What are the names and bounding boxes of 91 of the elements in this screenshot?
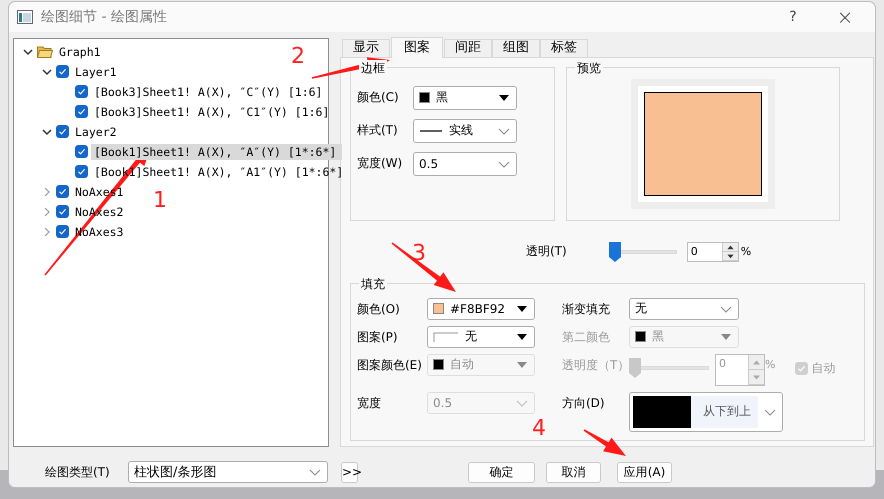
annotation-arrow: [392, 242, 456, 292]
checkbox-label: 自动: [811, 360, 836, 377]
dropdown[interactable]: 无: [629, 298, 739, 320]
checkbox[interactable]: [75, 85, 88, 98]
dropdown-arrow-icon: [720, 332, 732, 342]
dropdown-arrow-icon: [516, 332, 528, 342]
spin-value: 0: [718, 356, 727, 372]
checkbox[interactable]: [56, 65, 69, 78]
tree-item[interactable]: [Book3]Sheet1! A(X), ″C″(Y) [1:6]: [91, 84, 326, 100]
group-title: 填充: [359, 276, 387, 293]
checkbox[interactable]: [75, 145, 88, 158]
dropdown-value: 无: [635, 300, 648, 318]
app-icon: [17, 10, 33, 24]
field-label: 宽度(W): [357, 155, 404, 172]
annotation-number: 3: [412, 243, 426, 265]
button[interactable]: 确定: [468, 462, 535, 483]
folder-icon: [37, 45, 53, 58]
tab[interactable]: 图案: [391, 36, 443, 58]
field-label: 图案颜色(E): [357, 356, 423, 374]
button[interactable]: 取消: [546, 462, 601, 483]
chevron-down-icon: [498, 158, 510, 169]
spin-field[interactable]: 0: [686, 242, 739, 262]
pattern-sample-icon: [433, 330, 459, 343]
tree-item[interactable]: Layer2: [72, 124, 120, 140]
dropdown-value: 黑: [652, 328, 665, 346]
unit-label: %: [765, 358, 776, 371]
tree-item[interactable]: [Book3]Sheet1! A(X), ″C1″(Y) [1:6]: [91, 104, 332, 120]
help-button[interactable]: ?: [771, 8, 815, 25]
tab[interactable]: 标签: [540, 38, 588, 57]
field-label: 透明度（T）: [562, 356, 629, 374]
field-label: 透明(T): [526, 243, 567, 260]
checkbox[interactable]: [56, 225, 69, 238]
field-label: 第二颜色: [562, 328, 611, 346]
field-label: 样式(T): [357, 122, 399, 140]
field-label: 方向(D): [562, 394, 606, 412]
dropdown[interactable]: 无: [427, 326, 535, 348]
field-label: 渐变填充: [562, 300, 611, 318]
tree-item[interactable]: Layer1: [72, 64, 120, 80]
group-title: 预览: [575, 60, 603, 77]
dropdown-value: 0.5: [433, 396, 454, 410]
spin-down-icon[interactable]: [722, 252, 738, 261]
field-label: 绘图类型(T): [45, 464, 111, 481]
tree-item[interactable]: Graph1: [56, 44, 104, 60]
tree-item[interactable]: [Book1]Sheet1! A(X), ″A″(Y) [1*:6*]: [91, 144, 342, 160]
tab[interactable]: 间距: [444, 38, 492, 57]
dropdown-value: 黑: [436, 89, 449, 106]
field-label: 颜色(C): [357, 89, 400, 106]
dropdown-value: 从下到上: [691, 396, 758, 428]
dropdown[interactable]: 柱状图/条形图: [128, 461, 328, 484]
dropdown-arrow-icon: [516, 304, 528, 314]
field-label: 图案(P): [357, 328, 399, 346]
chevron-down-icon: [720, 304, 732, 314]
chevron-down-icon: [309, 467, 321, 478]
checkbox[interactable]: [75, 165, 88, 178]
checkbox[interactable]: [56, 125, 69, 138]
button[interactable]: 应用(A): [617, 462, 672, 483]
dropdown[interactable]: 黑: [413, 86, 517, 110]
checkbox[interactable]: [75, 105, 88, 118]
checkbox[interactable]: [56, 185, 69, 198]
dropdown[interactable]: 从下到上: [629, 392, 783, 432]
dropdown-value: 无: [465, 328, 478, 346]
dropdown-value: 实线: [449, 122, 474, 140]
annotation-number: 2: [291, 46, 305, 68]
annotation-arrow: [584, 429, 626, 456]
chevron-down-icon: [516, 398, 528, 408]
annotation-number: 1: [153, 190, 167, 212]
field-label: 颜色(O): [357, 300, 401, 318]
unit-label: %: [740, 245, 752, 258]
dropdown-value: 柱状图/条形图: [134, 464, 218, 482]
checkbox[interactable]: [56, 205, 69, 218]
dropdown-value: 0.5: [419, 156, 440, 171]
tab[interactable]: 显示: [342, 38, 390, 57]
field-label: 宽度: [357, 394, 382, 412]
dropdown-value: 自动: [450, 356, 475, 374]
slider-track[interactable]: [608, 242, 677, 262]
spin-value: 0: [690, 244, 699, 260]
dropdown[interactable]: 0.5: [413, 152, 517, 176]
slider-thumb[interactable]: [608, 242, 621, 262]
close-button[interactable]: ×: [823, 4, 867, 29]
chevron-down-icon: [764, 406, 776, 417]
tab[interactable]: 组图: [492, 38, 540, 57]
spin-up-icon[interactable]: [722, 242, 738, 252]
dropdown-value: #F8BF92: [450, 302, 506, 316]
dropdown[interactable]: #F8BF92: [427, 298, 535, 320]
dropdown-arrow-icon: [516, 360, 528, 370]
dropdown[interactable]: 实线: [413, 118, 517, 143]
slider-track[interactable]: [629, 358, 709, 378]
dropdown-arrow-icon: [498, 92, 510, 103]
window-title: 绘图细节 - 绘图属性: [41, 8, 168, 26]
annotation-number: 4: [532, 418, 546, 440]
chevron-down-icon: [498, 126, 510, 136]
